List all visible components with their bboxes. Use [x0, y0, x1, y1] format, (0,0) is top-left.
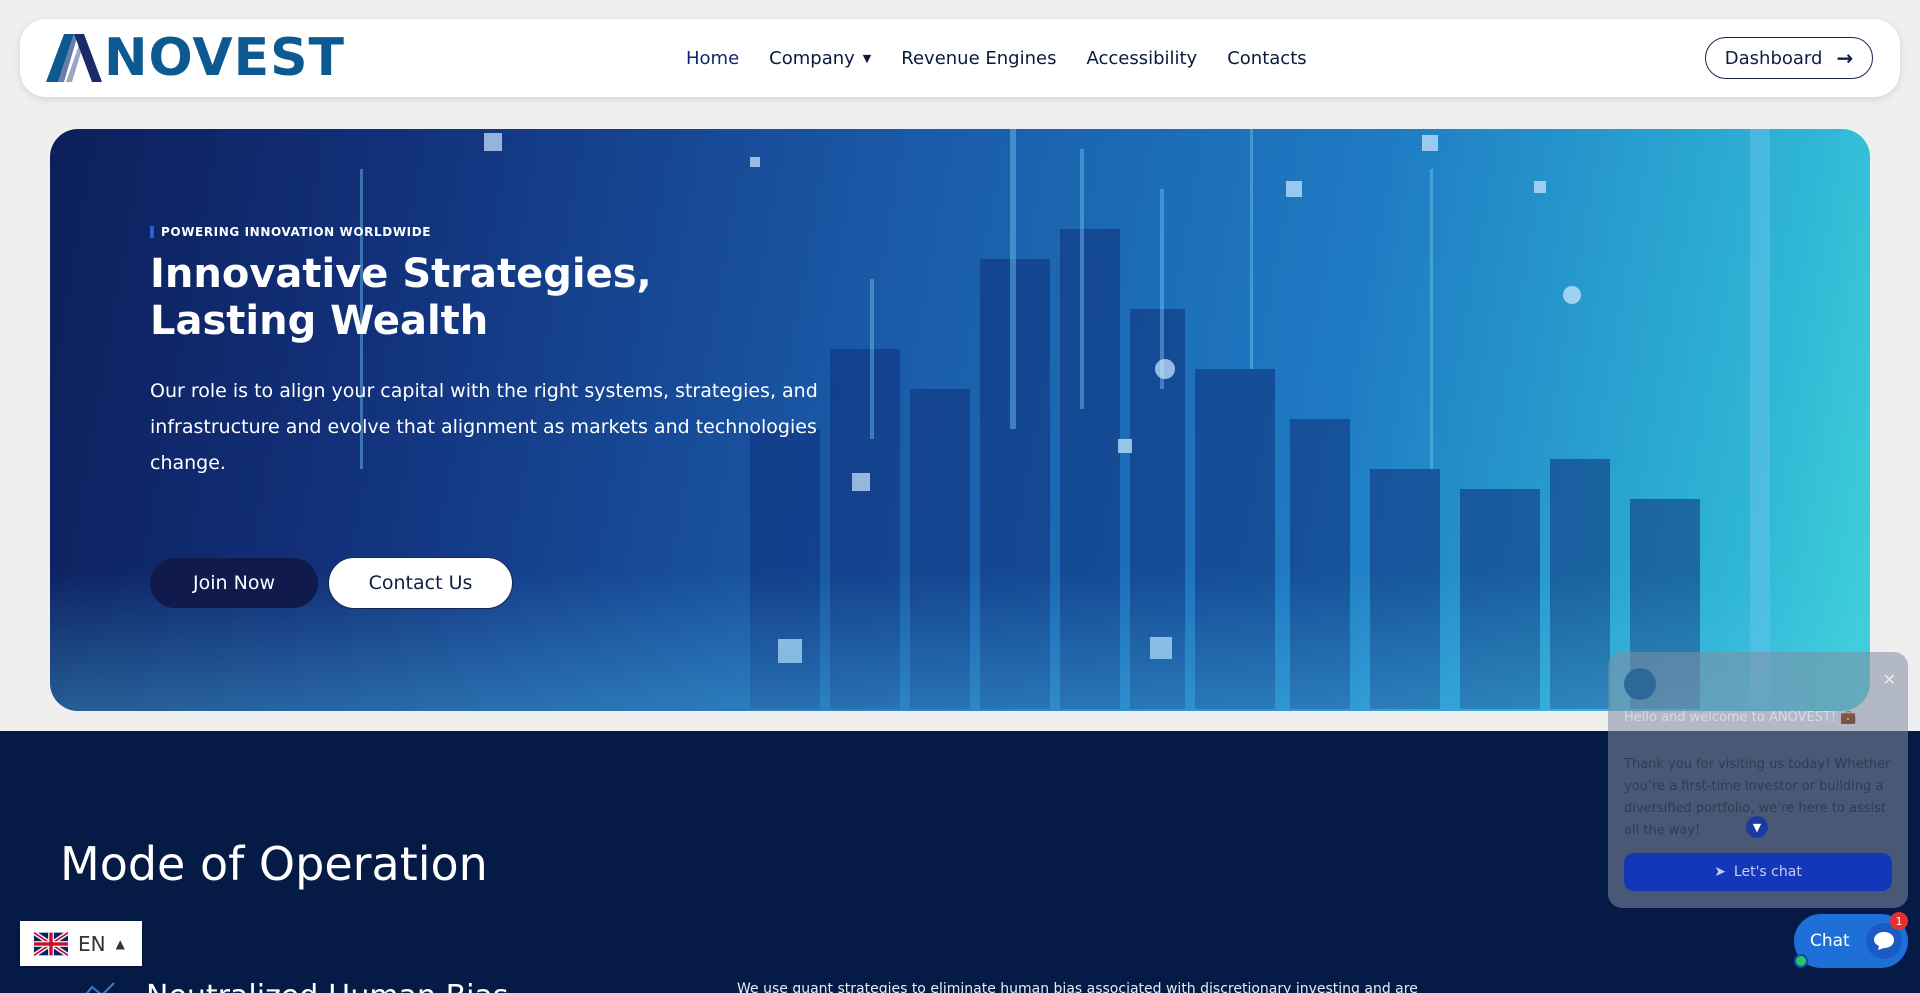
chart-trend-icon [85, 982, 115, 993]
hero-content: POWERING INNOVATION WORLDWIDE Innovative… [150, 225, 850, 481]
section-title: Mode of Operation [60, 837, 488, 891]
nav-home-label: Home [686, 47, 740, 69]
card-text: We use quant strategies to eliminate hum… [737, 981, 1418, 993]
hero-description: Our role is to align your capital with t… [150, 380, 818, 474]
hero-tagline: POWERING INNOVATION WORLDWIDE [150, 225, 850, 239]
brand-logo[interactable]: NOVEST [44, 32, 345, 84]
chat-launcher-button[interactable]: Chat 1 [1794, 912, 1908, 968]
chevron-down-icon: ▼ [862, 51, 872, 65]
language-code: EN [78, 931, 106, 956]
lets-chat-label: Let's chat [1733, 864, 1802, 880]
nav-contacts-label: Contacts [1227, 47, 1307, 69]
nav-home[interactable]: Home [686, 48, 739, 69]
hero-tagline-text: POWERING INNOVATION WORLDWIDE [161, 225, 432, 239]
hero-banner: POWERING INNOVATION WORLDWIDE Innovative… [50, 129, 1870, 711]
chevron-up-icon: ▲ [115, 936, 125, 951]
unread-badge: 1 [1890, 912, 1908, 930]
hero-title: Innovative Strategies, Lasting Wealth [150, 251, 652, 344]
dashboard-button[interactable]: Dashboard → [1705, 37, 1873, 79]
logo-mark-icon [46, 34, 102, 82]
dashboard-button-label: Dashboard [1724, 47, 1823, 69]
hero-buttons: Join Now Contact Us [150, 557, 513, 609]
nav-company-label: Company [769, 47, 855, 69]
nav-revenue-engines-label: Revenue Engines [901, 47, 1057, 69]
contact-us-button[interactable]: Contact Us [328, 557, 513, 609]
nav-contacts[interactable]: Contacts [1227, 48, 1306, 69]
logo-text: NOVEST [104, 28, 346, 88]
uk-flag-icon [34, 931, 68, 956]
chat-greeting: Hello and welcome to ANOVEST! 💼 [1624, 710, 1857, 725]
send-icon: ➤ [1714, 864, 1726, 880]
online-status-dot [1794, 954, 1808, 968]
lets-chat-button[interactable]: ➤ Let's chat [1624, 853, 1892, 891]
chat-popup: ✕ Hello and welcome to ANOVEST! 💼 Thank … [1608, 652, 1908, 908]
chevron-down-icon[interactable]: ▼ [1746, 816, 1768, 838]
join-now-button[interactable]: Join Now [150, 558, 318, 608]
nav-revenue-engines[interactable]: Revenue Engines [901, 48, 1056, 69]
nav-accessibility-label: Accessibility [1086, 47, 1198, 69]
chat-launcher-label: Chat [1810, 931, 1850, 951]
nav-accessibility[interactable]: Accessibility [1086, 48, 1197, 69]
language-selector[interactable]: EN ▲ [20, 921, 142, 966]
close-icon[interactable]: ✕ [1883, 670, 1896, 689]
tagline-accent-bar [150, 226, 154, 238]
nav-company[interactable]: Company ▼ [769, 48, 871, 69]
card-title: Neutralized Human Bias [146, 979, 509, 993]
chat-avatar [1624, 668, 1656, 700]
main-nav: Home Company ▼ Revenue Engines Accessibil… [686, 19, 1337, 97]
arrow-right-icon: → [1836, 46, 1854, 70]
site-header: NOVEST Home Company ▼ Revenue Engines Acc… [20, 19, 1900, 97]
